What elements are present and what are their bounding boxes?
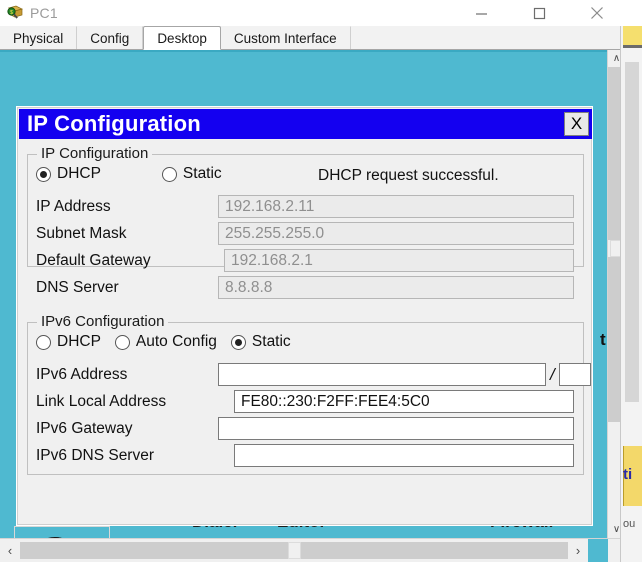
scrollbar-corner bbox=[588, 539, 608, 562]
dialog-titlebar: IP Configuration X bbox=[19, 109, 592, 139]
field-link-local-address: Link Local Address FE80::230:F2FF:FEE4:5… bbox=[36, 390, 574, 413]
radio-dot-icon bbox=[161, 166, 177, 182]
field-ipv6-gateway: IPv6 Gateway bbox=[36, 417, 574, 440]
ip-configuration-dialog: IP Configuration X IP Configuration DHCP… bbox=[16, 106, 593, 526]
tab-physical[interactable]: Physical bbox=[0, 26, 78, 49]
field-default-gateway: Default Gateway 192.168.2.1 bbox=[36, 249, 574, 272]
field-default-gateway-value[interactable]: 192.168.2.1 bbox=[224, 249, 574, 272]
field-subnet-mask: Subnet Mask 255.255.255.0 bbox=[36, 222, 574, 245]
radio-dot-icon bbox=[114, 334, 130, 350]
ipv6-mode-radio-group: DHCP Auto Config Static bbox=[36, 333, 291, 351]
field-ipv6-dns-server: IPv6 DNS Server bbox=[36, 444, 574, 467]
horizontal-scroll-thumb[interactable] bbox=[288, 542, 301, 559]
field-link-local-address-label: Link Local Address bbox=[36, 392, 167, 410]
field-ipv6-gateway-label: IPv6 Gateway bbox=[36, 419, 133, 437]
background-window-sliver: ti ou bbox=[620, 26, 642, 562]
horizontal-scrollbar[interactable]: ‹ › bbox=[0, 538, 622, 562]
minimize-button[interactable] bbox=[458, 0, 504, 26]
ipv6-configuration-group: IPv6 Configuration DHCP Auto Config Stat… bbox=[27, 313, 591, 475]
field-ip-address: IP Address 192.168.2.11 bbox=[36, 195, 574, 218]
radio-ip-dhcp-label: DHCP bbox=[57, 165, 101, 182]
radio-ipv6-auto-config[interactable]: Auto Config bbox=[114, 333, 217, 351]
radio-ipv6-dhcp-label: DHCP bbox=[57, 333, 101, 350]
desktop-app-tile[interactable] bbox=[14, 526, 110, 538]
field-dns-server: DNS Server 8.8.8.8 bbox=[36, 276, 574, 299]
close-icon[interactable] bbox=[574, 0, 620, 26]
scroll-left-icon[interactable]: ‹ bbox=[0, 539, 20, 562]
field-subnet-mask-value[interactable]: 255.255.255.0 bbox=[218, 222, 574, 245]
field-dns-server-value[interactable]: 8.8.8.8 bbox=[218, 276, 574, 299]
radio-ip-static[interactable]: Static bbox=[161, 165, 222, 183]
radio-dot-icon bbox=[36, 166, 51, 182]
field-ipv6-prefix-value[interactable] bbox=[558, 363, 591, 386]
field-ipv6-gateway-value[interactable] bbox=[218, 417, 574, 440]
dialog-title: IP Configuration bbox=[27, 111, 201, 136]
packet-tracer-icon: $ bbox=[6, 4, 24, 22]
field-ip-address-label: IP Address bbox=[36, 197, 111, 215]
radio-ipv6-static[interactable]: Static bbox=[230, 333, 291, 351]
ipv6-group-legend: IPv6 Configuration bbox=[37, 313, 169, 330]
field-ipv6-dns-server-label: IPv6 DNS Server bbox=[36, 446, 155, 464]
radio-ipv6-dhcp[interactable]: DHCP bbox=[36, 333, 101, 351]
field-link-local-address-value[interactable]: FE80::230:F2FF:FEE4:5C0 bbox=[234, 390, 574, 413]
device-desktop-canvas: Dialer Editor Firewall IP Configuration … bbox=[0, 50, 607, 538]
field-dns-server-label: DNS Server bbox=[36, 278, 119, 296]
ip-configuration-group: IP Configuration DHCP Static DHCP reques… bbox=[27, 145, 584, 299]
pie-chart-icon bbox=[25, 531, 89, 538]
svg-text:$: $ bbox=[10, 10, 13, 16]
dialog-close-button[interactable]: X bbox=[564, 112, 589, 136]
background-toolbar-fragment bbox=[623, 26, 642, 48]
background-label-fragment: ti bbox=[623, 466, 633, 483]
tab-bar: Physical Config Desktop Custom Interface bbox=[0, 26, 620, 50]
radio-ip-dhcp[interactable]: DHCP bbox=[36, 165, 101, 183]
tab-desktop[interactable]: Desktop bbox=[143, 26, 221, 50]
ip-mode-radio-group: DHCP Static bbox=[36, 165, 222, 183]
clipped-text-fragment: t bbox=[600, 330, 606, 349]
radio-ipv6-auto-config-label: Auto Config bbox=[135, 333, 217, 350]
field-ipv6-address: IPv6 Address / bbox=[36, 363, 591, 386]
prefix-separator: / bbox=[550, 364, 555, 384]
maximize-button[interactable] bbox=[516, 0, 562, 26]
field-ipv6-address-label: IPv6 Address bbox=[36, 365, 128, 383]
window-titlebar: $ PC1 bbox=[0, 0, 642, 26]
background-small-text-fragment: ou bbox=[623, 518, 636, 530]
ip-group-legend: IP Configuration bbox=[37, 145, 153, 162]
field-default-gateway-label: Default Gateway bbox=[36, 251, 151, 269]
dhcp-status-text: DHCP request successful. bbox=[318, 167, 499, 184]
scroll-right-icon[interactable]: › bbox=[568, 539, 588, 562]
field-ip-address-value[interactable]: 192.168.2.11 bbox=[218, 195, 574, 218]
field-ipv6-address-value[interactable] bbox=[218, 363, 546, 386]
radio-dot-icon bbox=[36, 334, 51, 350]
field-ipv6-dns-server-value[interactable] bbox=[234, 444, 574, 467]
tab-config[interactable]: Config bbox=[77, 26, 144, 49]
window-title: PC1 bbox=[30, 5, 58, 21]
tab-custom-interface[interactable]: Custom Interface bbox=[220, 26, 351, 49]
background-scrollbar-fragment bbox=[625, 62, 639, 402]
radio-dot-icon bbox=[230, 334, 246, 350]
field-subnet-mask-label: Subnet Mask bbox=[36, 224, 127, 242]
radio-ipv6-static-label: Static bbox=[251, 333, 291, 350]
radio-ip-static-label: Static bbox=[182, 165, 222, 182]
